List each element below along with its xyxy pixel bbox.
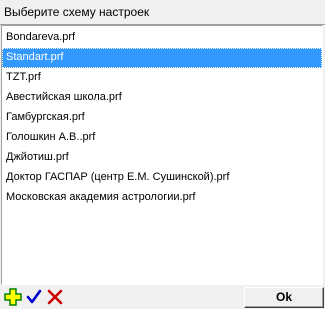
list-item[interactable]: TZT.prf (2, 68, 322, 88)
list-item[interactable]: Голошкин А.В..prf (2, 128, 322, 148)
checkmark-icon (25, 288, 43, 306)
delete-scheme-button[interactable] (46, 288, 64, 306)
confirm-button[interactable] (25, 288, 43, 306)
add-plus-icon (4, 288, 22, 306)
add-scheme-button[interactable] (4, 288, 22, 306)
list-item[interactable]: Джйотиш.prf (2, 148, 322, 168)
dialog-title: Выберите схему настроек (4, 5, 150, 19)
scheme-list[interactable]: Bondareva.prf Standart.prf TZT.prf Авест… (1, 25, 323, 285)
bottom-toolbar: Ok (0, 286, 325, 309)
settings-scheme-dialog: Выберите схему настроек Bondareva.prf St… (0, 0, 325, 309)
list-item[interactable]: Гамбургская.prf (2, 108, 322, 128)
title-bar: Выберите схему настроек (0, 0, 325, 25)
list-item[interactable]: Доктор ГАСПАР (центр Е.М. Сушинской).prf (2, 168, 322, 188)
list-item[interactable]: Bondareva.prf (2, 28, 322, 48)
list-item[interactable]: Авестийская школа.prf (2, 88, 322, 108)
delete-x-icon (46, 288, 64, 306)
list-item[interactable]: Московская академия астрологии.prf (2, 188, 322, 208)
ok-button[interactable]: Ok (244, 287, 324, 308)
list-item-selected[interactable]: Standart.prf (2, 48, 322, 68)
